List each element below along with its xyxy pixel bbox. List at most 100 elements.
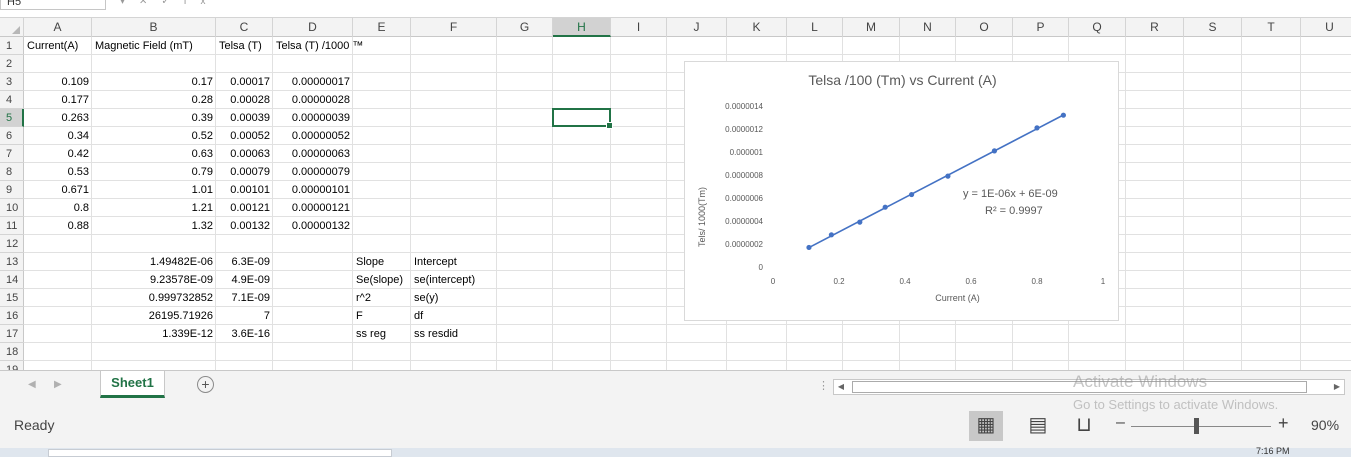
row-header-6[interactable]: 6 (0, 127, 24, 145)
column-header-q[interactable]: Q (1069, 18, 1126, 37)
row-header-3[interactable]: 3 (0, 73, 24, 91)
row-header-2[interactable]: 2 (0, 55, 24, 73)
column-header-o[interactable]: O (956, 18, 1013, 37)
cell-b3[interactable]: 0.17 (92, 73, 213, 91)
column-header-d[interactable]: D (273, 18, 353, 37)
cell-a1[interactable]: Current(A) (27, 37, 78, 55)
cell-c7[interactable]: 0.00063 (216, 145, 270, 163)
data-point[interactable] (909, 191, 915, 198)
column-header-c[interactable]: C (216, 18, 273, 37)
cell-c1[interactable]: Telsa (T) (219, 37, 262, 55)
scroll-left-icon[interactable]: ◀ (834, 380, 848, 394)
data-point[interactable] (1034, 125, 1040, 131)
cell-e16[interactable]: F (356, 307, 363, 325)
cell-c14[interactable]: 4.9E-09 (216, 271, 270, 289)
name-box[interactable]: H5 (0, 0, 106, 10)
column-header-e[interactable]: E (353, 18, 411, 37)
cell-f13[interactable]: Intercept (414, 253, 457, 271)
cell-b1[interactable]: Magnetic Field (mT) (95, 37, 193, 55)
column-header-a[interactable]: A (24, 18, 92, 37)
cell-c6[interactable]: 0.00052 (216, 127, 270, 145)
cell-c10[interactable]: 0.00121 (216, 199, 270, 217)
cell-f15[interactable]: se(y) (414, 289, 438, 307)
cell-a3[interactable]: 0.109 (24, 73, 89, 91)
cell-c5[interactable]: 0.00039 (216, 109, 270, 127)
cell-a5[interactable]: 0.263 (24, 109, 89, 127)
column-header-n[interactable]: N (900, 18, 956, 37)
cell-c8[interactable]: 0.00079 (216, 163, 270, 181)
prev-sheet-arrow-icon[interactable]: ◀ (28, 379, 36, 390)
cell-b7[interactable]: 0.63 (92, 145, 213, 163)
cell-f17[interactable]: ss resdid (414, 325, 458, 343)
row-header-13[interactable]: 13 (0, 253, 24, 271)
column-header-k[interactable]: K (727, 18, 787, 37)
column-header-p[interactable]: P (1013, 18, 1069, 37)
cell-d5[interactable]: 0.00000039 (273, 109, 350, 127)
data-point[interactable] (991, 148, 998, 154)
row-header-1[interactable]: 1 (0, 37, 24, 55)
data-point[interactable] (882, 204, 888, 210)
row-header-8[interactable]: 8 (0, 163, 24, 181)
cell-b11[interactable]: 1.32 (92, 217, 213, 235)
cell-b8[interactable]: 0.79 (92, 163, 213, 181)
cell-c16[interactable]: 7 (216, 307, 270, 325)
cell-b5[interactable]: 0.39 (92, 109, 213, 127)
row-header-18[interactable]: 18 (0, 343, 24, 361)
cell-c9[interactable]: 0.00101 (216, 181, 270, 199)
row-header-16[interactable]: 16 (0, 307, 24, 325)
column-header-f[interactable]: F (411, 18, 497, 37)
data-point[interactable] (857, 219, 863, 225)
next-sheet-arrow-icon[interactable]: ▶ (54, 379, 62, 390)
cell-e15[interactable]: r^2 (356, 289, 371, 307)
cell-b9[interactable]: 1.01 (92, 181, 213, 199)
column-header-m[interactable]: M (843, 18, 900, 37)
data-point[interactable] (1060, 112, 1066, 118)
cell-d3[interactable]: 0.00000017 (273, 73, 350, 91)
cell-b16[interactable]: 26195.71926 (92, 307, 213, 325)
cell-a9[interactable]: 0.671 (24, 181, 89, 199)
column-header-b[interactable]: B (92, 18, 216, 37)
column-header-i[interactable]: I (611, 18, 667, 37)
scatter-chart[interactable]: Telsa /100 (Tm) vs Current (A) 0 0.000000… (684, 61, 1119, 321)
cell-a7[interactable]: 0.42 (24, 145, 89, 163)
cell-b10[interactable]: 1.21 (92, 199, 213, 217)
cell-a6[interactable]: 0.34 (24, 127, 89, 145)
taskbar-search-box[interactable] (48, 449, 392, 457)
cell-a11[interactable]: 0.88 (24, 217, 89, 235)
cell-c4[interactable]: 0.00028 (216, 91, 270, 109)
add-sheet-plus-icon[interactable]: + (197, 376, 214, 393)
cell-d6[interactable]: 0.00000052 (273, 127, 350, 145)
row-header-12[interactable]: 12 (0, 235, 24, 253)
column-header-s[interactable]: S (1184, 18, 1242, 37)
cell-f16[interactable]: df (414, 307, 423, 325)
cell-c11[interactable]: 0.00132 (216, 217, 270, 235)
cell-b15[interactable]: 0.999732852 (92, 289, 213, 307)
row-header-5[interactable]: 5 (0, 109, 24, 127)
cell-d4[interactable]: 0.00000028 (273, 91, 350, 109)
row-header-4[interactable]: 4 (0, 91, 24, 109)
cell-e17[interactable]: ss reg (356, 325, 386, 343)
column-header-j[interactable]: J (667, 18, 727, 37)
zoom-in-icon[interactable]: + (1278, 413, 1289, 434)
cell-e14[interactable]: Se(slope) (356, 271, 403, 289)
zoom-slider[interactable] (1131, 426, 1271, 427)
cell-d7[interactable]: 0.00000063 (273, 145, 350, 163)
data-point[interactable] (806, 244, 812, 251)
cell-b14[interactable]: 9.23578E-09 (92, 271, 213, 289)
data-point[interactable] (945, 173, 951, 179)
cell-f14[interactable]: se(intercept) (414, 271, 475, 289)
row-header-15[interactable]: 15 (0, 289, 24, 307)
zoom-out-icon[interactable]: – (1116, 414, 1125, 432)
cell-c3[interactable]: 0.00017 (216, 73, 270, 91)
zoom-level[interactable]: 90% (1311, 417, 1339, 433)
data-point[interactable] (828, 232, 835, 238)
sheet-tab-sheet1[interactable]: Sheet1 (100, 371, 165, 398)
cell-d10[interactable]: 0.00000121 (273, 199, 350, 217)
cell-c17[interactable]: 3.6E-16 (216, 325, 270, 343)
trendline[interactable] (808, 114, 1064, 249)
cell-d8[interactable]: 0.00000079 (273, 163, 350, 181)
scroll-right-icon[interactable]: ▶ (1330, 380, 1344, 394)
normal-view-icon[interactable]: ▦ (969, 411, 1003, 441)
cell-b6[interactable]: 0.52 (92, 127, 213, 145)
row-header-11[interactable]: 11 (0, 217, 24, 235)
